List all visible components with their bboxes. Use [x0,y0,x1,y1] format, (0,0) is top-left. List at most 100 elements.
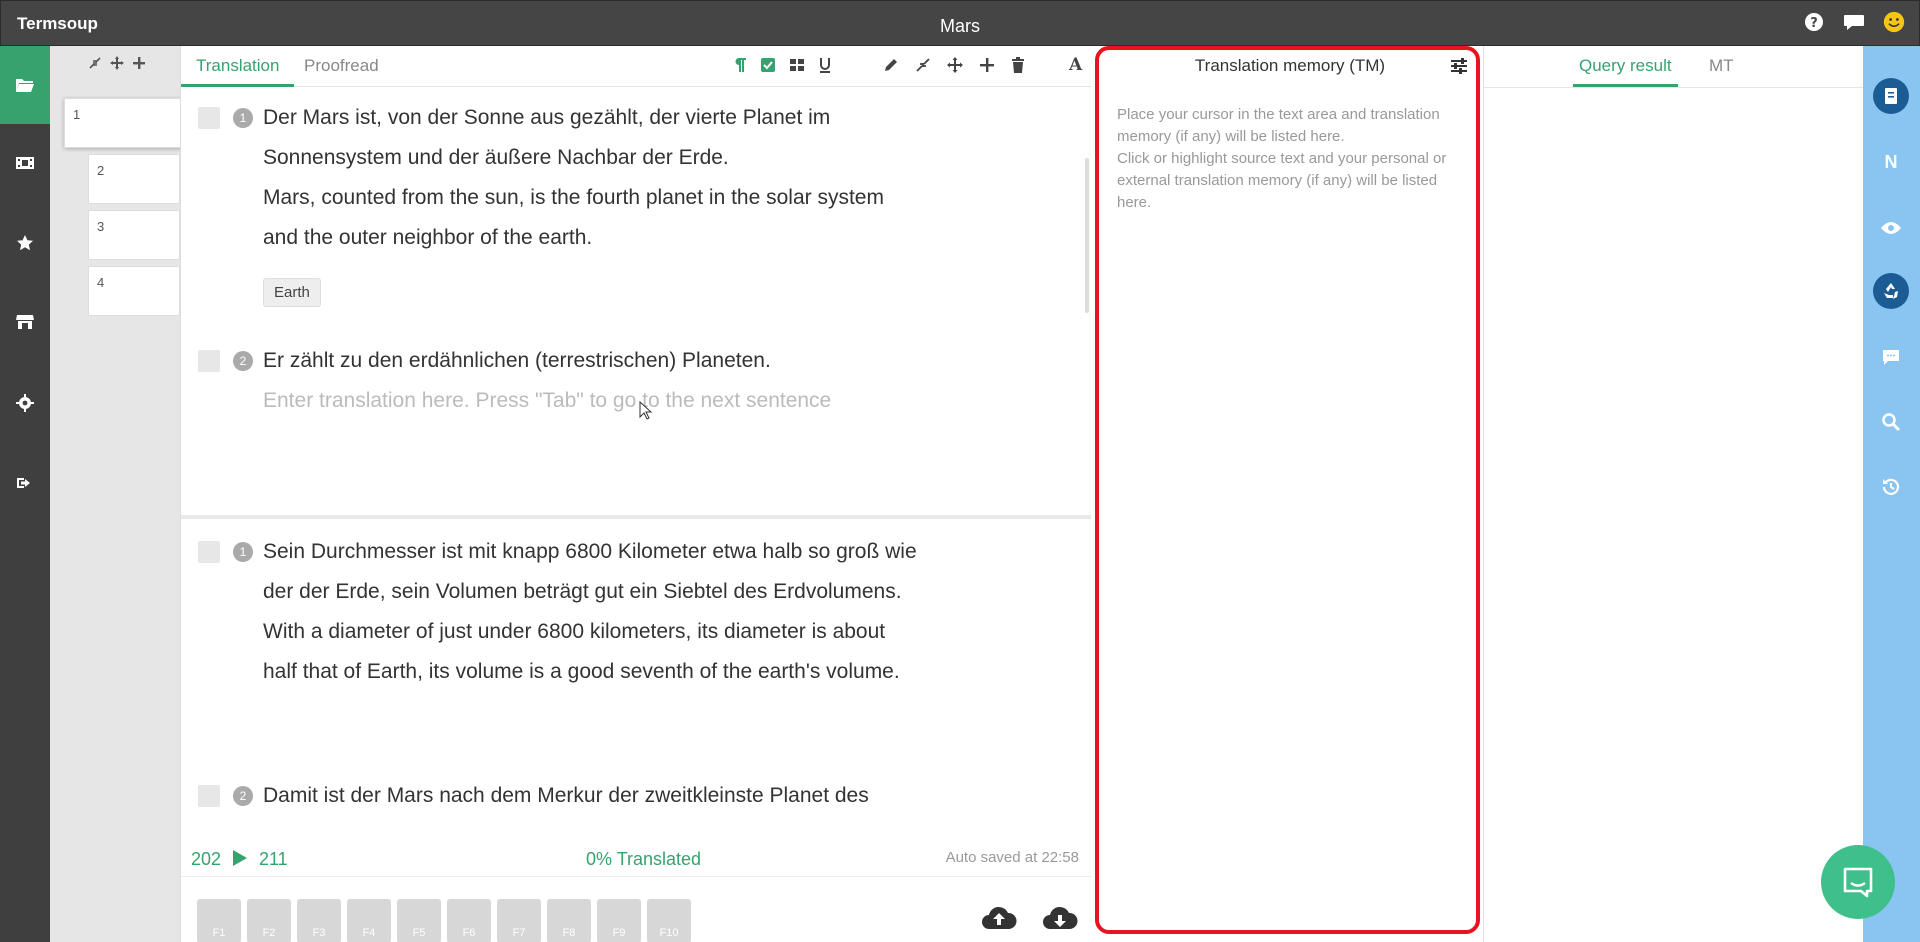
right-rail: N [1863,46,1920,942]
term-chip[interactable]: Earth [263,278,321,307]
translation-editor: Translation Proofread A 1 Der Mars ist, … [180,46,1091,942]
autosave-status: Auto saved at 22:58 [945,849,1079,866]
function-key[interactable]: F9 [597,899,641,942]
glossary-icon[interactable] [1873,78,1909,114]
source-line: Der Mars ist, von der Sonne aus gezählt,… [263,106,831,129]
source-line: der der Erde, sein Volumen beträgt gut e… [263,580,902,603]
source-sentence[interactable]: Der Mars ist, von der Sonne aus gezählt,… [263,98,830,178]
comment-icon[interactable] [1873,339,1909,375]
page-number: 1 [73,107,81,122]
function-key[interactable]: F8 [547,899,591,942]
chat-icon [1843,867,1873,898]
segment-checkbox[interactable] [198,350,220,372]
translated-percent: 0% Translated [586,849,702,869]
page-number: 2 [97,163,105,178]
function-key[interactable]: F10 [647,899,691,942]
source-line: Sonnensystem und der äußere Nachbar der … [263,146,729,169]
font-icon[interactable]: A [1069,55,1082,75]
eye-icon[interactable] [1873,210,1909,246]
add-icon[interactable] [132,56,146,75]
page-thumbnails: 1 2 3 4 [50,46,198,942]
page-number: 3 [97,219,105,234]
target-line: With a diameter of just under 6800 kilom… [263,620,886,643]
tab-proofread[interactable]: Proofread [289,46,394,87]
page-thumb[interactable]: 3 [88,210,180,260]
tab-translation[interactable]: Translation [181,46,295,87]
move-icon[interactable] [110,56,124,75]
segment-number: 1 [233,108,253,128]
pilcrow-icon[interactable] [733,57,747,78]
function-key[interactable]: F3 [297,899,341,942]
svg-text:?: ? [1810,16,1818,31]
source-sentence[interactable]: Er zählt zu den erdähnlichen (terrestris… [263,341,771,381]
pencil-icon[interactable] [883,57,899,78]
cloud-download-icon[interactable] [1042,905,1078,936]
top-bar: Termsoup Mars ? [0,0,1920,46]
function-key-bar: F1 F2 F3 F4 F5 F6 F7 F8 F9 F10 [181,876,1091,942]
grid-icon[interactable] [789,57,805,78]
play-icon[interactable] [232,849,248,872]
segment-checkbox[interactable] [198,785,220,807]
page-number: 4 [97,275,105,290]
function-key[interactable]: F2 [247,899,291,942]
folder-icon[interactable] [0,46,50,124]
target-line: and the outer neighbor of the earth. [263,226,593,249]
help-icon[interactable]: ? [1803,11,1825,33]
highlight-box [1095,46,1480,934]
function-key[interactable]: F5 [397,899,441,942]
search-icon[interactable] [1873,404,1909,440]
function-key[interactable]: F7 [497,899,541,942]
chat-icon[interactable] [1843,11,1865,33]
recycle-icon[interactable] [1873,273,1909,309]
collapse-icon[interactable] [915,57,931,78]
trash-icon[interactable] [1011,57,1025,78]
source-sentence[interactable]: Damit ist der Mars nach dem Merkur der z… [263,776,869,816]
notes-icon[interactable]: N [1873,144,1909,180]
check-box-icon[interactable] [760,57,776,78]
page-thumb[interactable]: 1 [64,98,198,148]
source-line: Damit ist der Mars nach dem Merkur der z… [263,784,869,807]
tab-query-result[interactable]: Query result [1573,46,1678,87]
query-panel: Query result MT [1483,46,1864,942]
collapse-icon[interactable] [88,56,102,75]
segment-number: 1 [233,542,253,562]
smiley-icon[interactable] [1883,11,1905,33]
target-sentence[interactable]: With a diameter of just under 6800 kilom… [263,612,900,692]
translation-input[interactable]: Enter translation here. Press "Tab" to g… [263,381,831,421]
source-line: Sein Durchmesser ist mit knapp 6800 Kilo… [263,540,917,563]
add-icon[interactable] [979,57,995,78]
scrollbar[interactable] [1085,158,1089,313]
status-line: 202 211 0% Translated Auto saved at 22:5… [181,840,1091,876]
segment-number: 2 [233,786,253,806]
source-sentence[interactable]: Sein Durchmesser ist mit knapp 6800 Kilo… [263,532,917,612]
move-icon[interactable] [947,57,963,78]
page-thumb[interactable]: 4 [88,266,180,316]
gear-icon[interactable] [0,364,50,442]
source-line: Er zählt zu den erdähnlichen (terrestris… [263,349,771,372]
cloud-upload-icon[interactable] [981,905,1017,936]
left-rail [0,46,50,942]
target-line: half that of Earth, its volume is a good… [263,660,900,683]
tab-mt[interactable]: MT [1703,46,1740,87]
segment-checkbox[interactable] [198,107,220,129]
support-chat-button[interactable] [1821,845,1895,919]
segment-checkbox[interactable] [198,541,220,563]
function-key[interactable]: F6 [447,899,491,942]
paragraph-divider [181,515,1091,519]
star-icon[interactable] [0,204,50,282]
target-sentence[interactable]: Mars, counted from the sun, is the fourt… [263,178,884,258]
mouse-cursor-icon [639,400,653,426]
current-count: 202 [191,849,222,869]
function-key[interactable]: F4 [347,899,391,942]
film-icon[interactable] [0,124,50,202]
document-title: Mars [940,16,980,36]
page-thumb[interactable]: 2 [88,154,180,204]
history-icon[interactable] [1873,469,1909,505]
segment-number: 2 [233,351,253,371]
total-count: 211 [259,849,288,869]
store-icon[interactable] [0,283,50,361]
sign-out-icon[interactable] [0,444,50,522]
underline-icon[interactable] [818,57,832,78]
function-key[interactable]: F1 [197,899,241,942]
target-line: Mars, counted from the sun, is the fourt… [263,186,884,209]
